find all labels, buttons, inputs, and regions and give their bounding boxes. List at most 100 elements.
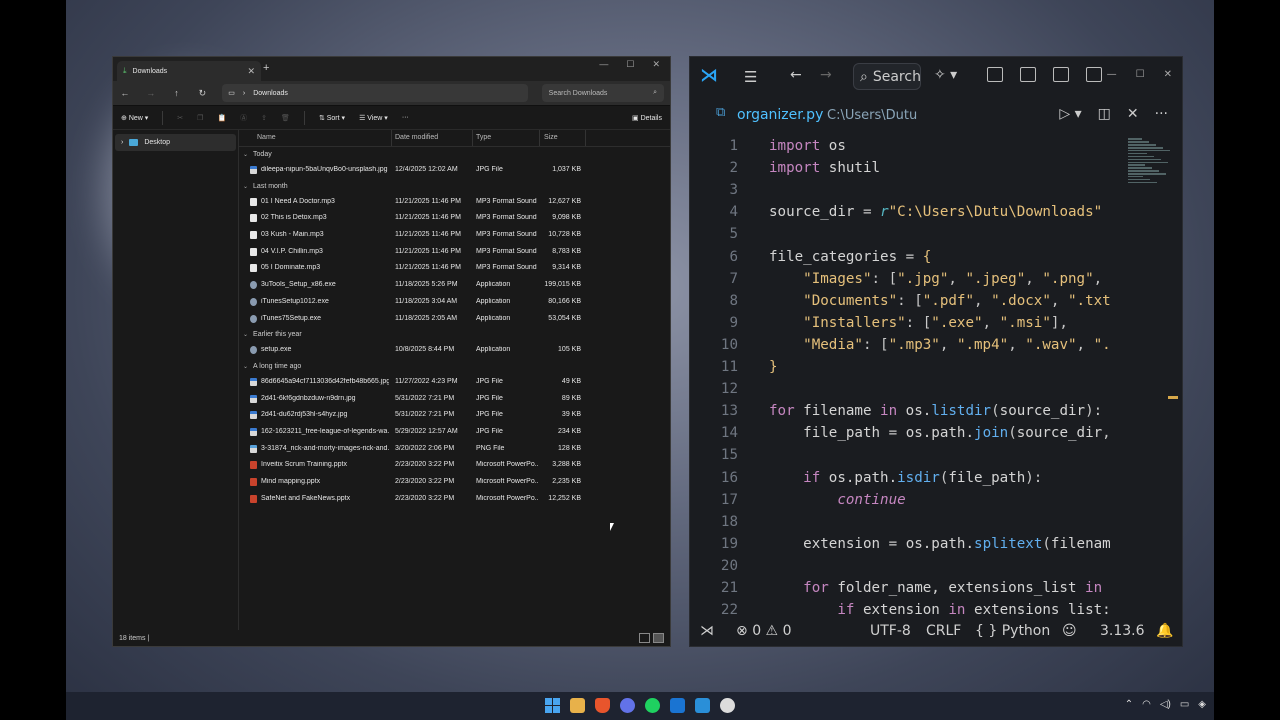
more-button[interactable]: ··· (402, 114, 409, 121)
file-row[interactable]: 01 I Need A Doctor.mp3 11/21/2025 11:46 P… (239, 194, 670, 211)
language-mode[interactable]: { } Python (975, 623, 1050, 639)
view-button[interactable]: ☰ View ▾ (359, 114, 388, 122)
file-row[interactable]: 05 I Dominate.mp3 11/21/2025 11:46 PM MP3 … (239, 260, 670, 277)
delete-icon[interactable]: 🗑 (281, 114, 290, 122)
maximize-button[interactable]: ☐ (1136, 69, 1145, 80)
outlook-icon[interactable] (670, 698, 685, 713)
paste-icon[interactable]: 📋 (217, 114, 226, 122)
file-row[interactable]: iTunesSetup1012.exe 11/18/2025 3:04 AM App… (239, 294, 670, 311)
back-button[interactable]: ← (119, 88, 131, 98)
group-header[interactable]: ⌄ A long time ago (239, 359, 670, 374)
notifications-bell-icon[interactable]: 🔔 (1156, 623, 1173, 639)
column-header-name[interactable]: Name (257, 134, 276, 141)
column-divider[interactable] (391, 130, 392, 146)
search-downloads-input[interactable]: Search Downloads ⌕ (541, 84, 664, 102)
refresh-button[interactable]: ↻ (196, 88, 208, 99)
wifi-icon[interactable]: ◠ (1142, 699, 1151, 710)
problems-indicator[interactable]: ⊗ 0 ⚠ 0 (736, 623, 791, 639)
file-row[interactable]: SafeNet and FakeNews.pptx 2/23/2020 3:22 … (239, 491, 670, 508)
python-version[interactable]: 3.13.6 (1100, 623, 1145, 639)
file-row[interactable]: 162-1623211_free-league-of-legends-wa...… (239, 424, 670, 441)
remote-icon[interactable]: ⋊ (700, 623, 714, 639)
forward-arrow-icon[interactable]: → (820, 67, 832, 83)
rename-icon[interactable]: Ⓐ (240, 113, 247, 123)
tiles-view-button[interactable] (653, 633, 664, 643)
back-arrow-icon[interactable]: ← (790, 67, 802, 83)
path-segment[interactable]: Downloads (253, 90, 288, 97)
vscode-taskbar-icon[interactable] (695, 698, 710, 713)
eol-indicator[interactable]: CRLF (926, 623, 961, 639)
close-editor-icon[interactable]: ✕ (1127, 106, 1139, 122)
toggle-secondary-sidebar-icon[interactable] (1086, 67, 1102, 82)
close-window-button[interactable]: ✕ (1164, 69, 1172, 80)
file-row[interactable]: 04 V.I.P. Chillin.mp3 11/21/2025 11:46 PM… (239, 244, 670, 261)
column-divider[interactable] (539, 130, 540, 146)
details-pane-button[interactable]: ▣ Details (632, 114, 662, 122)
command-center-search[interactable]: ⌕ Search (853, 63, 921, 90)
chevron-up-icon[interactable]: ⌃ (1125, 699, 1133, 710)
column-header-date[interactable]: Date modified (395, 134, 438, 141)
battery-icon[interactable]: ▭ (1180, 699, 1189, 710)
path-breadcrumb[interactable]: ▭ › Downloads (222, 84, 528, 102)
code-token: ".docx" (991, 292, 1051, 309)
sidebar-item-desktop[interactable]: › Desktop (115, 134, 236, 151)
column-header-size[interactable]: Size (544, 134, 558, 141)
customize-layout-icon[interactable] (987, 67, 1003, 82)
close-tab-icon[interactable]: ✕ (247, 66, 255, 77)
volume-icon[interactable]: ◁) (1160, 699, 1171, 710)
minimap[interactable] (1128, 137, 1172, 197)
minimize-button[interactable]: — (599, 59, 608, 70)
toggle-panel-icon[interactable] (1053, 67, 1069, 82)
encoding-indicator[interactable]: UTF-8 (870, 623, 911, 639)
file-row[interactable]: 02 This is Detox.mp3 11/21/2025 11:46 PM M… (239, 210, 670, 227)
share-icon[interactable]: ⇪ (261, 114, 267, 122)
chevron-right-icon[interactable]: › (121, 139, 123, 146)
discord-icon[interactable] (620, 698, 635, 713)
code-editor[interactable]: 1 import os 2 import shutil 3 4 source_dir = r… (690, 137, 1182, 616)
github-desktop-icon[interactable] (720, 698, 735, 713)
column-divider[interactable] (585, 130, 586, 146)
group-header[interactable]: ⌄ Earlier this year (239, 327, 670, 342)
sort-button[interactable]: ⇅ Sort ▾ (319, 114, 345, 122)
group-header[interactable]: ⌄ Today (239, 147, 670, 162)
file-row[interactable]: Inveitix Scrum Training.pptx 2/23/2020 3:… (239, 457, 670, 474)
file-row[interactable]: iTunes75Setup.exe 11/18/2025 2:05 AM Appli… (239, 311, 670, 328)
minimap-area[interactable] (1124, 137, 1168, 616)
cut-icon[interactable]: ✂ (177, 114, 183, 122)
run-icon[interactable]: ▷ ▾ (1059, 106, 1081, 122)
start-menu-icon[interactable] (545, 698, 560, 713)
file-row[interactable]: 2d41-du62rdj53hl-s4hyz.jpg 5/31/2022 7:21… (239, 407, 670, 424)
close-window-button[interactable]: ✕ (652, 59, 660, 70)
editor-tab-filename[interactable]: organizer.py (737, 107, 823, 123)
file-row[interactable]: setup.exe 10/8/2025 8:44 PM Application 105… (239, 342, 670, 359)
file-explorer-taskbar-icon[interactable] (570, 698, 585, 713)
new-button[interactable]: ⊕ New ▾ (121, 114, 148, 122)
brave-browser-icon[interactable] (595, 698, 610, 713)
group-header[interactable]: ⌄ Last month (239, 179, 670, 194)
copilot-chat-icon[interactable]: ✧ ▾ (934, 67, 957, 83)
file-row[interactable]: Mind mapping.pptx 2/23/2020 3:22 PM Micros… (239, 474, 670, 491)
minimize-button[interactable]: — (1107, 69, 1117, 80)
maximize-button[interactable]: ☐ (626, 59, 634, 70)
file-row[interactable]: 3uTools_Setup_x86.exe 11/18/2025 5:26 PM A… (239, 277, 670, 294)
forward-button[interactable]: → (145, 88, 157, 98)
up-button[interactable]: ↑ (171, 88, 183, 98)
copilot-status-icon[interactable]: ☺ (1062, 623, 1077, 639)
file-row[interactable]: 2d41-6kf6gdnbzduw-n9drn.jpg 5/31/2022 7:2… (239, 391, 670, 408)
column-divider[interactable] (472, 130, 473, 146)
file-row[interactable]: 03 Kush - Main.mp3 11/21/2025 11:46 PM MP3… (239, 227, 670, 244)
new-tab-button[interactable]: + (263, 62, 269, 74)
file-row[interactable]: dileepa-nipun-5baUnqvBo0-unsplash.jpg 12/… (239, 162, 670, 179)
toggle-sidebar-icon[interactable] (1020, 67, 1036, 82)
explorer-tab-downloads[interactable]: ⤓ Downloads ✕ (117, 61, 261, 81)
details-view-button[interactable] (639, 633, 650, 643)
spotify-icon[interactable] (645, 698, 660, 713)
notification-icon[interactable]: ◈ (1198, 699, 1206, 710)
copy-icon[interactable]: ❐ (197, 114, 203, 122)
more-actions-icon[interactable]: ··· (1155, 106, 1168, 122)
menu-icon[interactable]: ☰ (744, 68, 757, 86)
column-header-type[interactable]: Type (476, 134, 491, 141)
split-editor-icon[interactable]: ◫ (1098, 106, 1111, 122)
file-row[interactable]: 86d6645a94cf7113036d42fefb48b665.jpg 11/2… (239, 374, 670, 391)
file-row[interactable]: 3-31874_rick-and-morty-images-rick-and..… (239, 441, 670, 458)
